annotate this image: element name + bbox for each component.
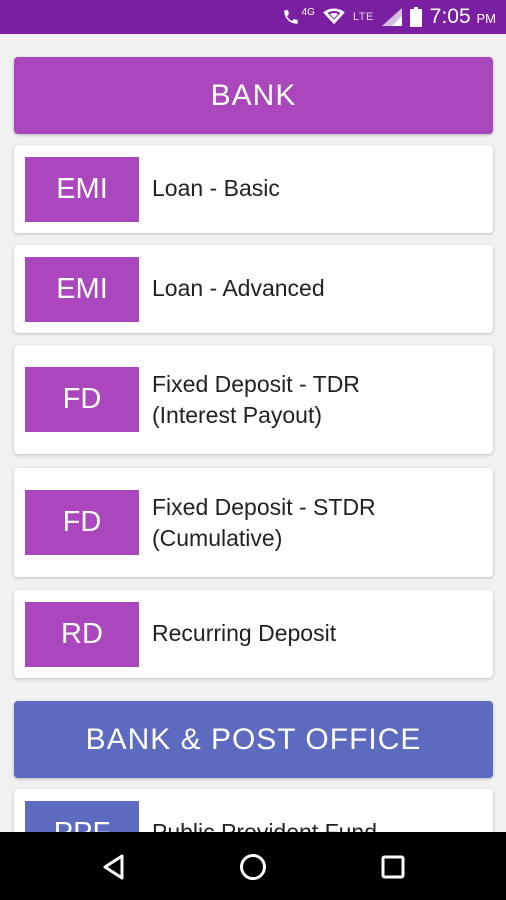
ppf-badge: PPF bbox=[25, 801, 139, 832]
fd-badge: FD bbox=[25, 490, 139, 555]
list-item-recurring-deposit[interactable]: RD Recurring Deposit bbox=[14, 590, 493, 678]
item-label: Fixed Deposit - TDR (Interest Payout) bbox=[152, 371, 360, 428]
rd-badge: RD bbox=[25, 602, 139, 667]
status-bar: 4G LTE 7:05 PM bbox=[0, 0, 506, 34]
emi-badge: EMI bbox=[25, 157, 139, 222]
item-label: Loan - Basic bbox=[152, 175, 280, 201]
lte-label: LTE bbox=[352, 11, 374, 23]
list-item-loan-advanced[interactable]: EMI Loan - Advanced bbox=[14, 245, 493, 333]
call-icon bbox=[283, 10, 298, 24]
navigation-bar bbox=[0, 832, 506, 900]
network-4g-label: 4G bbox=[301, 6, 315, 18]
home-icon[interactable] bbox=[236, 850, 270, 884]
list-item-fixed-deposit-tdr[interactable]: FD Fixed Deposit - TDR (Interest Payout) bbox=[14, 345, 493, 454]
item-label: Fixed Deposit - STDR (Cumulative) bbox=[152, 494, 376, 551]
clock-time: 7:05 bbox=[429, 5, 471, 28]
section-header-bank: BANK bbox=[14, 57, 493, 134]
battery-icon bbox=[409, 7, 422, 27]
back-icon[interactable] bbox=[97, 850, 131, 884]
calculator-list[interactable]: BANK EMI Loan - Basic EMI Loan - Advance… bbox=[0, 34, 506, 832]
clock: 7:05 PM bbox=[430, 5, 496, 29]
item-label: Public Provident Fund bbox=[152, 819, 378, 832]
clock-ampm: PM bbox=[476, 11, 497, 26]
item-label: Loan - Advanced bbox=[152, 275, 325, 301]
list-item-loan-basic[interactable]: EMI Loan - Basic bbox=[14, 145, 493, 233]
wifi-icon bbox=[323, 8, 345, 25]
signal-icon bbox=[381, 8, 402, 26]
emi-badge: EMI bbox=[25, 257, 139, 322]
fd-badge: FD bbox=[25, 367, 139, 432]
recents-icon[interactable] bbox=[376, 850, 410, 884]
section-header-bank-post-office: BANK & POST OFFICE bbox=[14, 701, 493, 778]
list-item-public-provident-fund[interactable]: PPF Public Provident Fund bbox=[14, 789, 493, 832]
list-item-fixed-deposit-stdr[interactable]: FD Fixed Deposit - STDR (Cumulative) bbox=[14, 468, 493, 577]
status-icons: 4G LTE 7:05 PM bbox=[282, 0, 496, 34]
item-label: Recurring Deposit bbox=[152, 620, 337, 646]
